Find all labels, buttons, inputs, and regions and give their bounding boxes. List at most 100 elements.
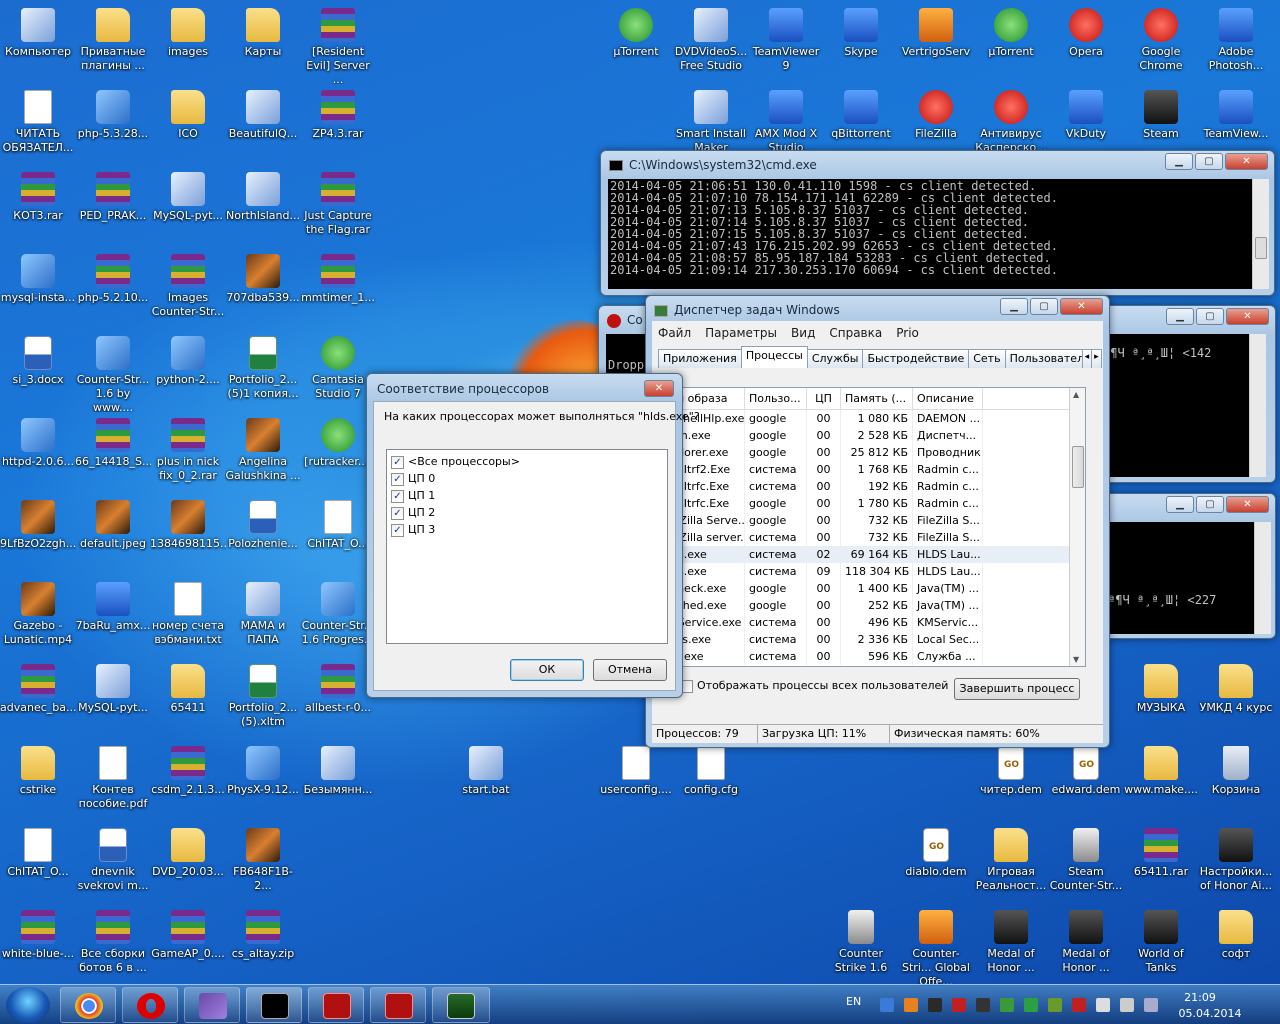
desktop-icon[interactable]: Angelina Galushkina ... bbox=[225, 414, 301, 494]
desktop-icon[interactable]: софт bbox=[1198, 906, 1274, 986]
task-manager-window[interactable]: Диспетчер задач Windows ▁ ▢ ✕ Файл Парамет… bbox=[645, 295, 1110, 748]
desktop-icon[interactable]: mmtimer_1... bbox=[300, 250, 376, 330]
checkmark-icon[interactable]: ✓ bbox=[391, 523, 404, 537]
close-button[interactable]: ✕ bbox=[1060, 298, 1103, 315]
desktop-icon[interactable]: Counter-Str... 1.6 Progres... bbox=[300, 578, 376, 658]
column-user[interactable]: Пользо... bbox=[745, 388, 807, 409]
desktop-icon[interactable]: config.cfg bbox=[673, 742, 749, 822]
minimize-button[interactable]: ▁ bbox=[1165, 153, 1193, 170]
start-button[interactable] bbox=[6, 987, 50, 1023]
desktop-icon[interactable]: Компьютер bbox=[0, 4, 76, 84]
desktop-icon[interactable]: Camtasia Studio 7 bbox=[300, 332, 376, 412]
show-all-processes-checkbox[interactable]: Отображать процессы всех пользователей bbox=[680, 679, 948, 693]
tab-services[interactable]: Службы bbox=[806, 349, 864, 368]
desktop-icon[interactable]: si_3.docx bbox=[0, 332, 76, 412]
desktop-icon[interactable]: УМКД 4 курс bbox=[1198, 660, 1274, 740]
close-button[interactable]: ✕ bbox=[644, 380, 674, 397]
table-row[interactable]: hlds.exe система 09 118 304 КБ HLDS Lau... bbox=[657, 563, 1085, 580]
scrollbar-thumb[interactable] bbox=[1072, 446, 1084, 488]
desktop-icon[interactable]: Google Chrome bbox=[1123, 4, 1199, 84]
clock-time[interactable]: 21:09 bbox=[1170, 991, 1230, 1004]
checkmark-icon[interactable]: ✓ bbox=[391, 455, 404, 469]
checkbox-all-processors[interactable]: ✓ <Все процессоры> bbox=[389, 453, 665, 470]
desktop-icon[interactable]: ZP4.3.rar bbox=[300, 86, 376, 166]
checkmark-icon[interactable]: ✓ bbox=[391, 506, 404, 520]
maximize-button[interactable]: ▢ bbox=[1030, 298, 1058, 315]
desktop-icon[interactable]: plus in nick fix_0_2.rar bbox=[150, 414, 226, 494]
desktop-icon[interactable]: Настройки... of Honor Ai... bbox=[1198, 824, 1274, 904]
desktop-icon[interactable]: µTorrent bbox=[973, 4, 1049, 84]
menu-prio[interactable]: Prio bbox=[896, 326, 919, 340]
scroll-up-icon[interactable]: ▲ bbox=[1073, 390, 1079, 399]
desktop-icon[interactable]: ChITAT_O... bbox=[0, 824, 76, 904]
desktop-icon[interactable]: DVDVideoS... Free Studio bbox=[673, 4, 749, 84]
menu-options[interactable]: Параметры bbox=[705, 326, 777, 340]
taskbar-hlds-1[interactable] bbox=[308, 987, 364, 1023]
cmd-scrollbar[interactable] bbox=[1252, 179, 1269, 289]
desktop-icon[interactable]: 7baRu_amx... bbox=[75, 578, 151, 658]
desktop-icon[interactable]: ICO bbox=[150, 86, 226, 166]
console3-scrollbar[interactable] bbox=[1254, 522, 1271, 634]
desktop-icon[interactable]: csdm_2.1.3... bbox=[150, 742, 226, 822]
desktop-icon[interactable]: cs_altay.zip bbox=[225, 906, 301, 986]
table-row[interactable]: KMService.exe система 00 496 КБ KMServic... bbox=[657, 614, 1085, 631]
menu-file[interactable]: Файл bbox=[658, 326, 691, 340]
kaspersky-tray-icon[interactable] bbox=[1072, 998, 1086, 1012]
taskbar-task-manager[interactable] bbox=[432, 987, 490, 1023]
action-center-icon[interactable] bbox=[1096, 998, 1110, 1012]
desktop-icon[interactable]: Skype bbox=[823, 4, 899, 84]
console3-output[interactable]: ª¶Ч ª¸ª¸Ш¦ <227 bbox=[1108, 522, 1254, 634]
desktop-icon[interactable]: diablo.dem bbox=[898, 824, 974, 904]
desktop-icon[interactable]: allbest-r-0... bbox=[300, 660, 376, 740]
checkmark-icon[interactable]: ✓ bbox=[391, 489, 404, 503]
clock-date[interactable]: 05.04.2014 bbox=[1170, 1007, 1250, 1020]
desktop-icon[interactable]: PED_PRAK... bbox=[75, 168, 151, 248]
desktop-icon[interactable]: php-5.2.10... bbox=[75, 250, 151, 330]
desktop-icon[interactable]: Polozhenie... bbox=[225, 496, 301, 576]
table-row[interactable]: hlds.exe система 02 69 164 КБ HLDS Lau... bbox=[657, 546, 1085, 563]
desktop-icon[interactable]: default.jpeg bbox=[75, 496, 151, 576]
desktop-icon[interactable]: edward.dem bbox=[1048, 742, 1124, 822]
tab-processes[interactable]: Процессы bbox=[740, 346, 808, 368]
desktop-icon[interactable]: Все сборки ботов 6 в ... bbox=[75, 906, 151, 986]
desktop-icon[interactable]: BeautifulQ... bbox=[225, 86, 301, 166]
maximize-button[interactable]: ▢ bbox=[1196, 496, 1224, 513]
desktop-icon[interactable]: dnevnik svekrovi m... bbox=[75, 824, 151, 904]
tray-icon[interactable] bbox=[1024, 998, 1038, 1012]
minimize-button[interactable]: ▁ bbox=[1166, 496, 1194, 513]
cmd-console-output[interactable]: 2014-04-05 21:06:51 130.0.41.110 1598 - … bbox=[608, 179, 1252, 289]
desktop-icon[interactable]: Gazebo - Lunatic.mp4 bbox=[0, 578, 76, 658]
table-row[interactable]: lsass.exe система 00 2 336 КБ Local Sec... bbox=[657, 631, 1085, 648]
desktop-icon[interactable]: FB648F1B-2... bbox=[225, 824, 301, 904]
menu-view[interactable]: Вид bbox=[791, 326, 815, 340]
desktop-icon[interactable]: white-blue-... bbox=[0, 906, 76, 986]
desktop-icon[interactable]: µTorrent bbox=[598, 4, 674, 84]
desktop-icon[interactable]: Counter-Stri... Global Offe... bbox=[898, 906, 974, 986]
close-button[interactable]: ✕ bbox=[1226, 496, 1269, 513]
desktop-icon[interactable]: Безымянн... bbox=[300, 742, 376, 822]
taskbar-hlds-2[interactable] bbox=[370, 987, 426, 1023]
tab-users[interactable]: Пользователи bbox=[1004, 349, 1083, 368]
desktop-icon[interactable]: Medal of Honor ... bbox=[1048, 906, 1124, 986]
tab-scroll-right-icon[interactable]: ▸ bbox=[1091, 349, 1102, 368]
maximize-button[interactable]: ▢ bbox=[1196, 308, 1224, 325]
checkbox-cpu-0[interactable]: ✓ ЦП 0 bbox=[389, 470, 665, 487]
tray-icon[interactable] bbox=[904, 998, 918, 1012]
console-window-3[interactable]: ▁ ▢ ✕ ª¶Ч ª¸ª¸Ш¦ <227 bbox=[1100, 493, 1276, 639]
desktop-icon[interactable]: Portfolio_2... (5)1 копия... bbox=[225, 332, 301, 412]
desktop-icon[interactable]: start.bat bbox=[448, 742, 524, 822]
menu-help[interactable]: Справка bbox=[829, 326, 882, 340]
desktop-icon[interactable]: Medal of Honor ... bbox=[973, 906, 1049, 986]
tray-icon[interactable] bbox=[1000, 998, 1014, 1012]
ok-button[interactable]: ОК bbox=[510, 659, 584, 681]
checkmark-icon[interactable]: ✓ bbox=[391, 472, 404, 486]
steam-tray-icon[interactable] bbox=[976, 998, 990, 1012]
checkbox-cpu-3[interactable]: ✓ ЦП 3 bbox=[389, 521, 665, 538]
table-row[interactable]: lsm.exeсистема00596 КБСлужба ... bbox=[657, 648, 1085, 665]
desktop-icon[interactable]: Counter-Str... 1.6 by www.... bbox=[75, 332, 151, 412]
desktop-icon[interactable]: GameAP_0.... bbox=[150, 906, 226, 986]
table-row[interactable]: FileZilla server... система 00 732 КБ FileZi… bbox=[657, 529, 1085, 546]
desktop-icon[interactable]: userconfig.... bbox=[598, 742, 674, 822]
taskbar-cmd[interactable] bbox=[246, 987, 302, 1023]
desktop-icon[interactable]: advanec_ba... bbox=[0, 660, 76, 740]
